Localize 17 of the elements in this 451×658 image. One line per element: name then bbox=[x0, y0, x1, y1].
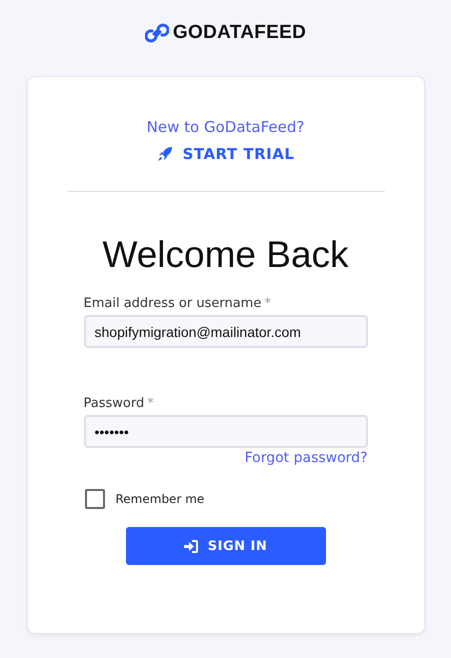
forgot-password-link[interactable]: Forgot password? bbox=[244, 450, 368, 466]
remember-label: Remember me bbox=[116, 492, 204, 506]
required-mark: * bbox=[264, 296, 271, 311]
signup-link[interactable]: New to GoDataFeed? bbox=[146, 118, 304, 136]
welcome-heading: Welcome Back bbox=[102, 234, 349, 276]
remember-checkbox[interactable] bbox=[84, 489, 104, 509]
field-label: Password bbox=[84, 396, 144, 411]
required-mark: * bbox=[147, 396, 154, 411]
sign-in-icon bbox=[184, 540, 198, 552]
start-trial-link[interactable]: START TRIAL bbox=[156, 145, 294, 163]
field-label: Email address or username bbox=[84, 296, 262, 311]
input-field[interactable]: shopifymigration@mailinator.com bbox=[84, 315, 368, 348]
sign-in-button[interactable]: SIGN IN bbox=[126, 527, 326, 565]
logo-text: GODATAFEED bbox=[172, 22, 306, 44]
rocket-icon bbox=[156, 146, 173, 162]
logo-icon bbox=[144, 22, 169, 44]
input-field[interactable]: ••••••• bbox=[84, 415, 368, 448]
